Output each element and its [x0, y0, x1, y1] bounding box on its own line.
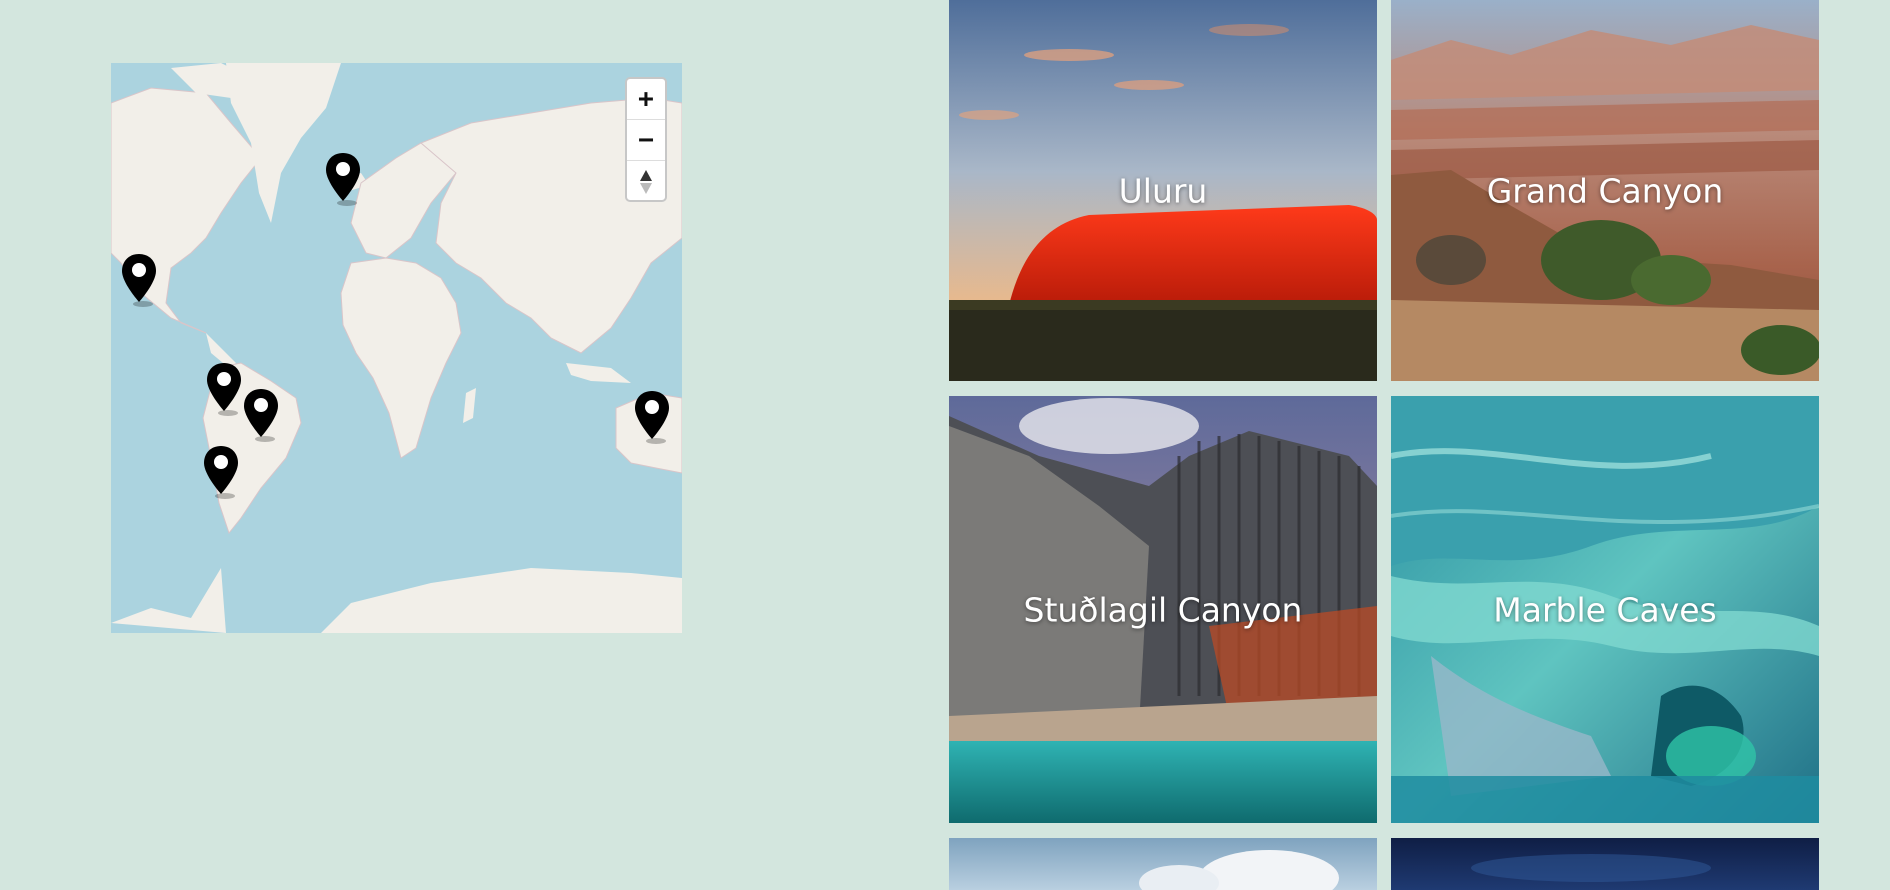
map-marker-chile[interactable] [201, 444, 241, 500]
compass-icon [640, 169, 652, 194]
gallery-card-uluru[interactable]: Uluru [949, 0, 1377, 381]
map-marker-brazil[interactable] [241, 387, 281, 443]
map-zoom-control: + − [625, 77, 667, 202]
map-marker-australia[interactable] [632, 389, 672, 445]
gallery-card-6[interactable] [1391, 838, 1819, 890]
map-marker-california[interactable] [119, 252, 159, 308]
card-6-photo [1391, 838, 1819, 890]
gallery-card-marble-caves[interactable]: Marble Caves [1391, 396, 1819, 823]
map-marker-iceland[interactable] [323, 151, 363, 207]
card-label: Uluru [1118, 171, 1208, 210]
gallery-card-studlagil-canyon[interactable]: Stuðlagil Canyon [949, 396, 1377, 823]
zoom-out-button[interactable]: − [627, 119, 665, 160]
gallery-card-5[interactable] [949, 838, 1377, 890]
world-map[interactable]: + − [111, 63, 682, 633]
card-label: Marble Caves [1493, 590, 1717, 629]
card-label: Grand Canyon [1486, 171, 1724, 210]
map-tiles [111, 63, 682, 633]
zoom-in-button[interactable]: + [627, 79, 665, 119]
card-5-photo [949, 838, 1377, 890]
reset-north-button[interactable] [627, 160, 665, 202]
map-marker-peru[interactable] [204, 361, 244, 417]
card-label: Stuðlagil Canyon [1023, 590, 1303, 629]
gallery-card-grand-canyon[interactable]: Grand Canyon [1391, 0, 1819, 381]
